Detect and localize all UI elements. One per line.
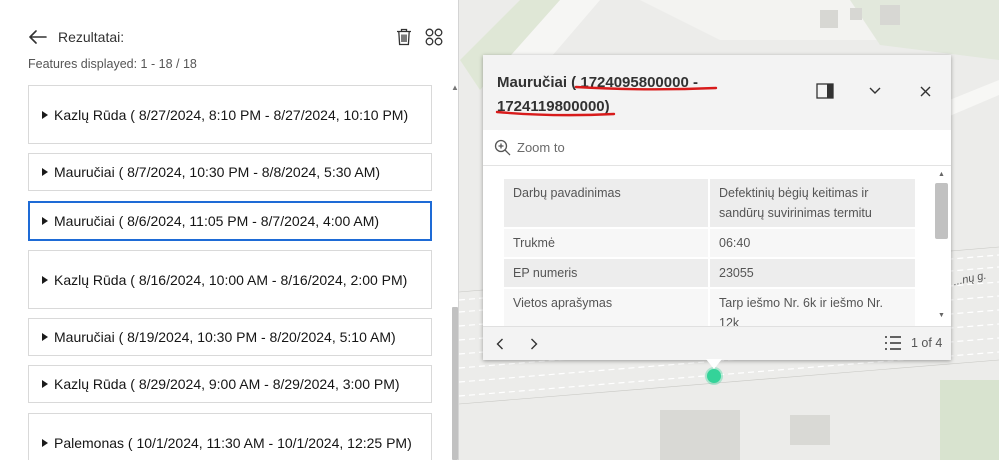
expand-caret-icon — [42, 110, 48, 119]
attribute-value: 06:40 — [708, 228, 915, 259]
expand-caret-icon — [42, 438, 48, 447]
expand-caret-icon — [42, 275, 48, 284]
attribute-row: Trukmė 06:40 — [504, 228, 915, 259]
result-label: Mauručiai ( 8/19/2024, 10:30 PM - 8/20/2… — [54, 329, 396, 345]
result-label: Kazlų Rūda ( 8/29/2024, 9:00 AM - 8/29/2… — [54, 376, 400, 392]
expand-caret-icon — [42, 380, 48, 388]
close-button[interactable] — [907, 79, 943, 103]
popup-divider — [483, 165, 951, 166]
dock-icon — [816, 83, 834, 99]
feature-list-button[interactable] — [884, 335, 906, 353]
result-label: Palemonas ( 10/1/2024, 11:30 AM - 10/1/2… — [54, 434, 412, 451]
attribute-row: EP numeris 23055 — [504, 258, 915, 289]
grid-icon — [425, 28, 443, 46]
feature-list-icon — [885, 336, 901, 350]
result-label: Mauručiai ( 8/7/2024, 10:30 PM - 8/8/202… — [54, 164, 381, 180]
selected-feature-marker[interactable] — [707, 369, 721, 383]
dock-button[interactable] — [807, 79, 843, 103]
result-label: Mauručiai ( 8/6/2024, 11:05 PM - 8/7/202… — [54, 213, 380, 229]
result-label: Kazlų Rūda ( 8/16/2024, 10:00 AM - 8/16/… — [54, 271, 408, 288]
result-item[interactable]: Kazlų Rūda ( 8/27/2024, 8:10 PM - 8/27/2… — [28, 85, 432, 144]
back-button[interactable] — [28, 27, 48, 47]
panel-header: Rezultatai: — [28, 26, 124, 48]
expand-caret-icon — [42, 168, 48, 176]
popup-scrollbar[interactable] — [935, 183, 948, 239]
popup-scroll-up-icon[interactable]: ▲ — [938, 171, 945, 178]
red-annotation-underlines — [495, 85, 718, 117]
popup-footer: 1 of 4 — [483, 326, 951, 360]
result-list: Kazlų Rūda ( 8/27/2024, 8:10 PM - 8/27/2… — [28, 85, 432, 460]
header-actions — [394, 27, 444, 47]
back-arrow-icon — [29, 30, 47, 44]
result-label: Kazlų Rūda ( 8/27/2024, 8:10 PM - 8/27/2… — [54, 106, 409, 123]
result-item[interactable]: Mauručiai ( 8/7/2024, 10:30 PM - 8/8/202… — [28, 153, 432, 191]
popup-header: Mauručiai ( 1724095800000 - 172411980000… — [483, 55, 951, 130]
results-panel: Rezultatai: Features displayed: 1 - 18 /… — [0, 0, 459, 460]
close-icon — [920, 86, 930, 96]
clear-results-button[interactable] — [394, 27, 414, 47]
collapse-button[interactable] — [857, 79, 893, 103]
previous-feature-button[interactable] — [489, 333, 511, 355]
result-item[interactable]: Mauručiai ( 8/19/2024, 10:30 PM - 8/20/2… — [28, 318, 432, 356]
chevron-left-icon — [496, 338, 503, 350]
zoom-to-action[interactable]: Zoom to — [494, 139, 565, 156]
panel-title: Rezultatai: — [58, 29, 125, 45]
result-item-selected[interactable]: Mauručiai ( 8/6/2024, 11:05 PM - 8/7/202… — [28, 201, 432, 241]
scroll-up-arrow-icon[interactable]: ▲ — [451, 83, 459, 92]
result-item[interactable]: Palemonas ( 10/1/2024, 11:30 AM - 10/1/2… — [28, 413, 432, 460]
popup-scroll-down-icon[interactable]: ▼ — [938, 312, 945, 319]
result-item[interactable]: Kazlų Rūda ( 8/16/2024, 10:00 AM - 8/16/… — [28, 250, 432, 309]
attribute-table: Darbų pavadinimas Defektinių bėgių keiti… — [504, 179, 915, 339]
trash-icon — [397, 28, 411, 46]
expand-caret-icon — [42, 217, 48, 225]
popup-pointer — [706, 359, 722, 369]
attribute-name: Darbų pavadinimas — [504, 179, 709, 229]
next-feature-button[interactable] — [523, 333, 545, 355]
zoom-to-label: Zoom to — [517, 140, 565, 155]
features-count: Features displayed: 1 - 18 / 18 — [28, 57, 197, 71]
attribute-row: Darbų pavadinimas Defektinių bėgių keiti… — [504, 179, 915, 229]
zoom-in-icon — [494, 139, 511, 156]
attribute-name: EP numeris — [504, 258, 709, 289]
attribute-value: Defektinių bėgių keitimas ir sandūrų suv… — [708, 179, 915, 229]
expand-caret-icon — [42, 333, 48, 341]
popup-actions — [807, 79, 943, 103]
feature-popup: Mauručiai ( 1724095800000 - 172411980000… — [483, 55, 951, 360]
attribute-value: 23055 — [708, 258, 915, 289]
result-item[interactable]: Kazlų Rūda ( 8/29/2024, 9:00 AM - 8/29/2… — [28, 365, 432, 403]
group-results-button[interactable] — [424, 27, 444, 47]
page-indicator: 1 of 4 — [911, 336, 943, 350]
chevron-right-icon — [531, 338, 538, 350]
result-list-scrollbar[interactable] — [452, 307, 458, 460]
attribute-name: Trukmė — [504, 228, 709, 259]
chevron-down-icon — [869, 87, 881, 94]
